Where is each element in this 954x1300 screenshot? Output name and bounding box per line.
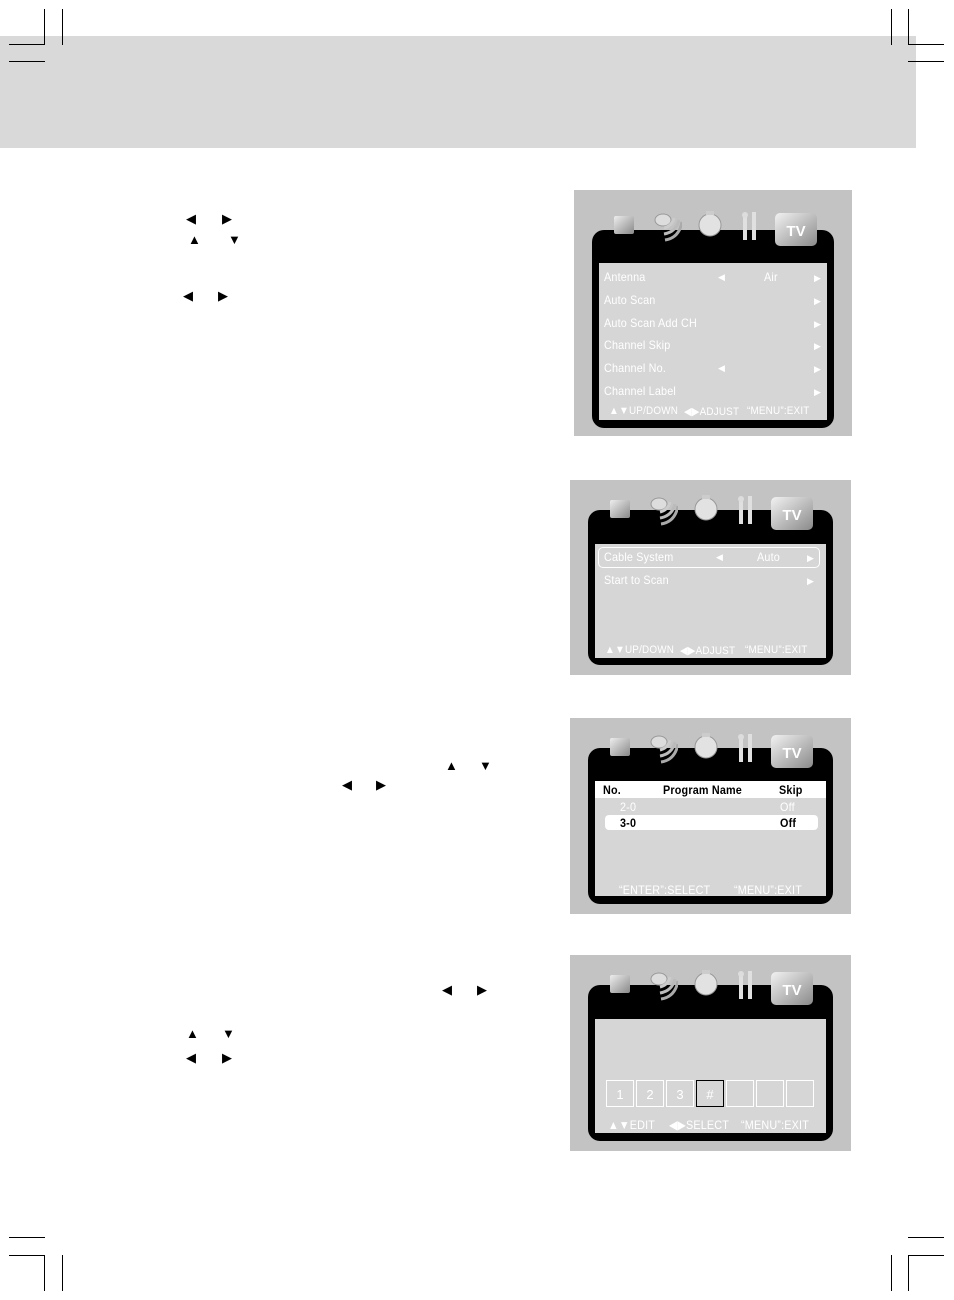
label-char-box[interactable]: 3 — [666, 1080, 694, 1107]
setup-tools-icon — [736, 494, 756, 529]
sound-icon — [648, 494, 680, 533]
column-header-skip: Skip — [779, 783, 803, 797]
footer-adjust-hint: ◀▶ADJUST — [680, 645, 736, 657]
menu-item-label[interactable]: Auto Scan Add CH — [604, 316, 697, 330]
menu-item-label[interactable]: Channel Label — [604, 384, 676, 398]
svg-text:TV: TV — [782, 507, 801, 524]
left-arrow-icon[interactable]: ◀ — [716, 551, 723, 563]
svg-text:TV: TV — [782, 745, 801, 762]
footer-edit-hint: ▲▼EDIT — [608, 1118, 656, 1132]
up-arrow-icon: ▲ — [188, 232, 201, 247]
left-arrow-icon: ◀ — [186, 211, 196, 226]
setup-tools-icon — [736, 969, 756, 1004]
right-arrow-icon: ▶ — [222, 211, 232, 226]
sound-icon — [648, 732, 680, 771]
footer-exit-hint: “MENU”:EXIT — [741, 1118, 809, 1132]
footer-updown-hint: ▲▼UP/DOWN — [609, 405, 679, 417]
footer-exit-hint: “MENU”:EXIT — [745, 644, 808, 656]
channel-number[interactable]: 3-0 — [620, 816, 636, 830]
tv-icon: TV — [770, 969, 814, 1012]
svg-text:TV: TV — [782, 982, 801, 999]
setup-tools-icon — [740, 210, 760, 245]
tv-icon: TV — [770, 732, 814, 775]
setup-tools-icon — [736, 732, 756, 767]
label-char-box[interactable]: 2 — [636, 1080, 664, 1107]
right-arrow-icon[interactable]: ▶ — [814, 340, 821, 352]
right-arrow-icon: ▶ — [222, 1050, 232, 1065]
svg-text:TV: TV — [786, 223, 805, 240]
up-arrow-icon: ▲ — [186, 1026, 199, 1041]
left-arrow-icon: ◀ — [183, 288, 193, 303]
left-arrow-icon: ◀ — [186, 1050, 196, 1065]
menu-item-label[interactable]: Cable System — [604, 550, 673, 564]
down-arrow-icon: ▼ — [228, 232, 241, 247]
menu-item-value: Auto — [757, 550, 780, 564]
skip-value[interactable]: Off — [780, 800, 795, 814]
down-arrow-icon: ▼ — [479, 758, 492, 773]
timer-icon — [693, 732, 719, 765]
sound-icon — [652, 210, 684, 249]
right-arrow-icon: ▶ — [218, 288, 228, 303]
left-arrow-icon[interactable]: ◀ — [718, 271, 725, 283]
menu-item-label[interactable]: Auto Scan — [604, 293, 655, 307]
menu-item-value: Air — [764, 270, 778, 284]
menu-item-label[interactable]: Channel Skip — [604, 338, 670, 352]
right-arrow-icon[interactable]: ▶ — [814, 363, 821, 375]
footer-select-hint: “ENTER”:SELECT — [619, 883, 711, 897]
label-char-box[interactable]: # — [696, 1080, 724, 1107]
footer-select-hint: ◀▶SELECT — [669, 1118, 730, 1132]
timer-icon — [697, 210, 723, 243]
right-arrow-icon[interactable]: ▶ — [814, 318, 821, 330]
column-header-no: No. — [603, 783, 621, 797]
footer-updown-hint: ▲▼UP/DOWN — [605, 644, 675, 656]
picture-icon — [612, 210, 638, 241]
sound-icon — [648, 969, 680, 1008]
label-char-box[interactable]: 1 — [606, 1080, 634, 1107]
column-header-program-name: Program Name — [663, 783, 742, 797]
up-arrow-icon: ▲ — [445, 758, 458, 773]
right-arrow-icon: ▶ — [477, 982, 487, 997]
tv-icon: TV — [770, 494, 814, 537]
right-arrow-icon[interactable]: ▶ — [814, 272, 821, 284]
right-arrow-icon[interactable]: ▶ — [807, 552, 814, 564]
picture-icon — [608, 969, 634, 1000]
down-arrow-icon: ▼ — [222, 1026, 235, 1041]
left-arrow-icon: ◀ — [342, 777, 352, 792]
picture-icon — [608, 732, 634, 763]
skip-value[interactable]: Off — [780, 816, 796, 830]
left-arrow-icon[interactable]: ◀ — [718, 362, 725, 374]
menu-item-label[interactable]: Antenna — [604, 270, 645, 284]
label-char-box[interactable] — [786, 1080, 814, 1107]
right-arrow-icon[interactable]: ▶ — [814, 386, 821, 398]
channel-number[interactable]: 2-0 — [620, 800, 636, 814]
menu-item-label[interactable]: Channel No. — [604, 361, 666, 375]
left-arrow-icon: ◀ — [442, 982, 452, 997]
osd-menu-body — [595, 1019, 826, 1133]
right-arrow-icon[interactable]: ▶ — [814, 295, 821, 307]
right-arrow-icon: ▶ — [376, 777, 386, 792]
footer-exit-hint: “MENU”:EXIT — [747, 405, 810, 417]
header-band — [0, 36, 916, 148]
footer-adjust-hint: ◀▶ADJUST — [684, 406, 740, 418]
right-arrow-icon[interactable]: ▶ — [807, 575, 814, 587]
menu-item-label[interactable]: Start to Scan — [604, 573, 669, 587]
footer-exit-hint: “MENU”:EXIT — [734, 883, 802, 897]
picture-icon — [608, 494, 634, 525]
tv-icon: TV — [774, 210, 818, 253]
label-char-box[interactable] — [756, 1080, 784, 1107]
label-char-box[interactable] — [726, 1080, 754, 1107]
timer-icon — [693, 969, 719, 1002]
timer-icon — [693, 494, 719, 527]
